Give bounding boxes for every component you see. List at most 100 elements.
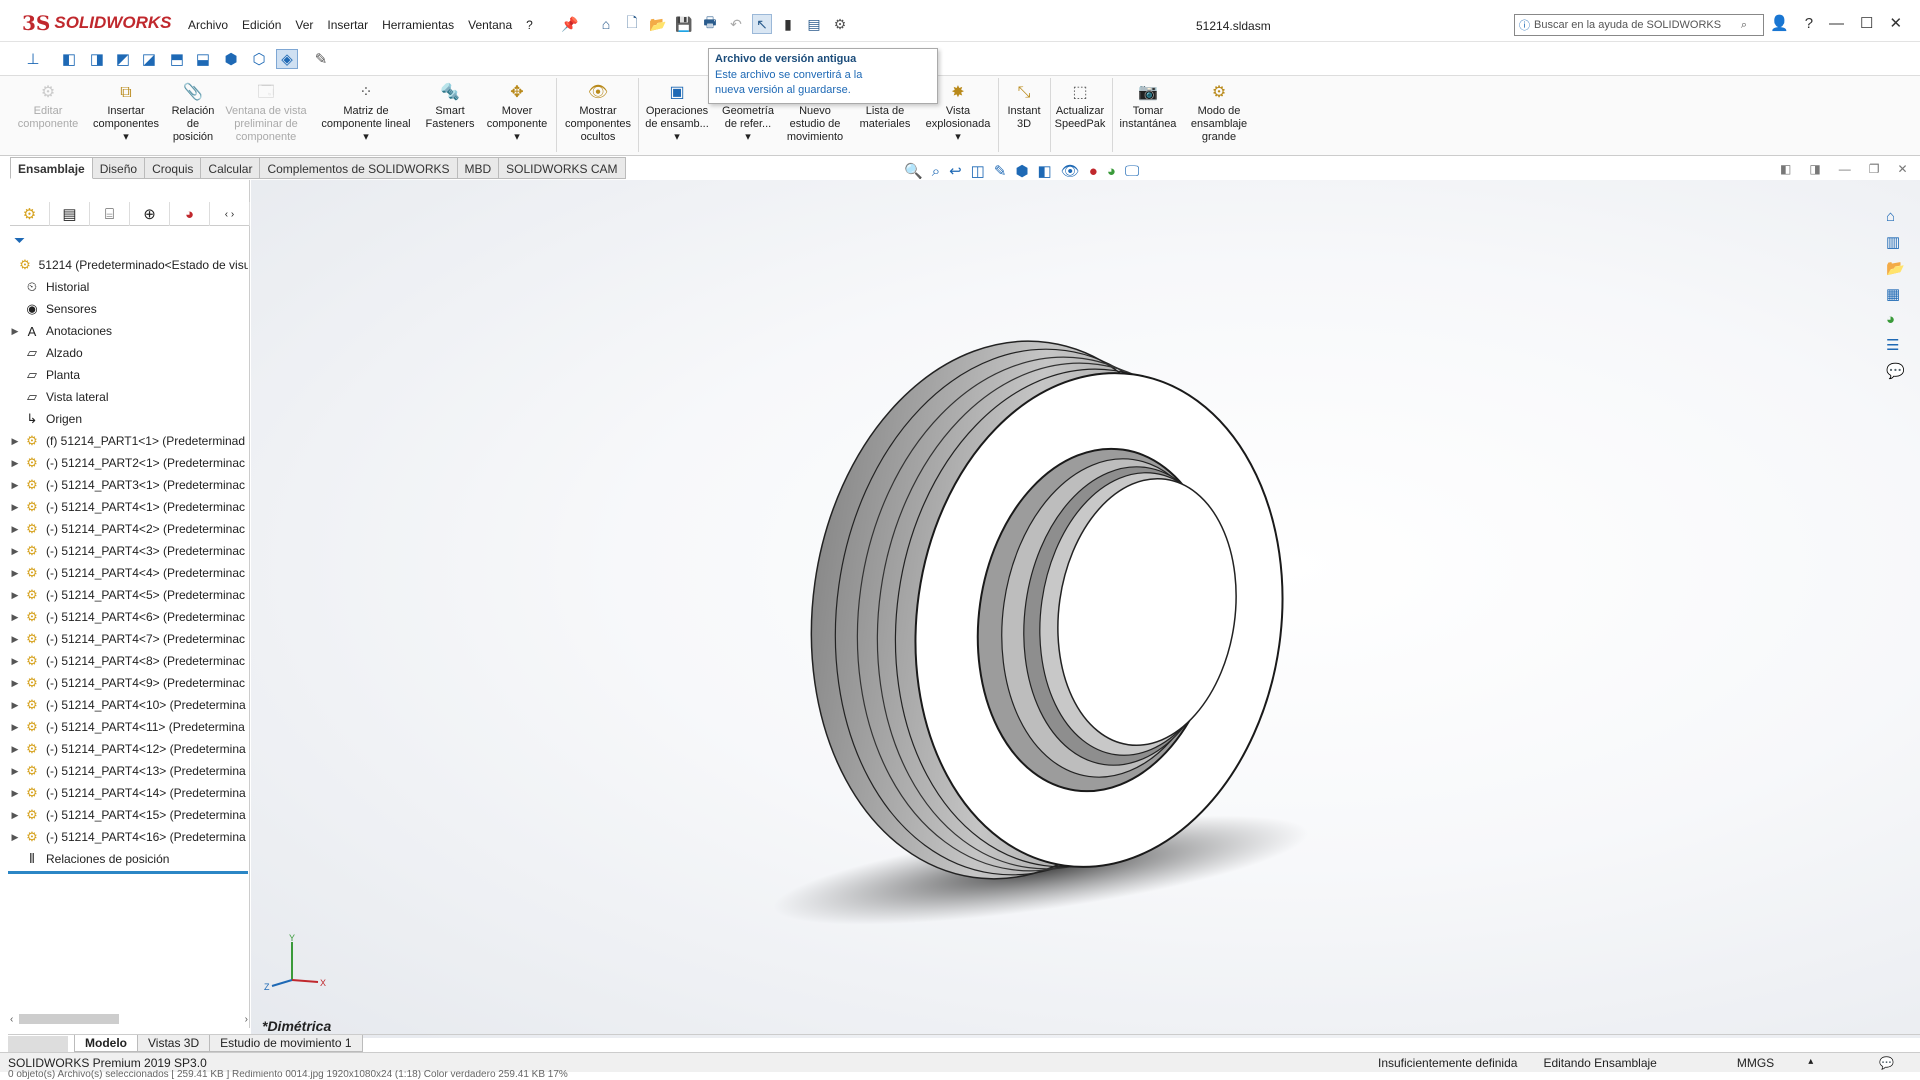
status-chat-icon[interactable]: 💬 — [1879, 1056, 1894, 1070]
menu-ventana[interactable]: Ventana — [468, 18, 512, 32]
tile-right-icon[interactable]: ◨ — [1809, 162, 1820, 176]
scroll-right-icon[interactable]: › — [245, 1014, 248, 1025]
undo-icon[interactable]: ↶ — [726, 14, 746, 34]
hide-show-items-icon[interactable]: 👁 — [1061, 162, 1080, 180]
edit-component-button[interactable]: ⚙ Editar componente — [14, 82, 82, 131]
unit-system[interactable]: MMGS — [1737, 1056, 1774, 1070]
tree-root-assembly[interactable]: ⚙ 51214 (Predeterminado<Estado de visua — [2, 254, 248, 276]
tree-component-item[interactable]: ▶ ⚙ (-) 51214_PART4<11> (Predetermina — [8, 716, 248, 738]
expand-arrow-icon[interactable]: ▶ — [8, 766, 22, 777]
forum-icon[interactable]: 💬 — [1886, 362, 1905, 380]
expand-arrow-icon[interactable]: ▶ — [8, 502, 22, 513]
user-icon[interactable]: 👤 — [1770, 14, 1789, 32]
dimxpert-tab-icon[interactable]: ⊕ — [130, 202, 170, 226]
solidworks-logo[interactable]: 3S SOLIDWORKS — [22, 10, 171, 36]
featuremanager-tab-icon[interactable]: ⚙ — [10, 202, 50, 226]
back-view-icon[interactable]: ◨ — [86, 49, 108, 69]
file-properties-icon[interactable]: ▤ — [804, 14, 824, 34]
linear-pattern-button[interactable]: ⁘ Matriz de componente lineal ▾ — [316, 82, 416, 144]
help-search-input[interactable]: Buscar en la ayuda de SOLIDWORKS — [1534, 19, 1721, 31]
front-view-icon[interactable]: ◧ — [58, 49, 80, 69]
menu-ver[interactable]: Ver — [295, 18, 313, 32]
tree-item[interactable]: ⫴ Relaciones de posición — [8, 848, 248, 870]
edit-appearance-icon[interactable]: ● — [1089, 163, 1098, 180]
expand-arrow-icon[interactable]: ▶ — [8, 656, 22, 667]
dynamic-annotation-icon[interactable]: ✎ — [994, 162, 1007, 180]
select-icon[interactable]: ↖ — [752, 14, 772, 34]
save-icon[interactable]: 💾 — [674, 14, 694, 34]
expand-arrow-icon[interactable]: ▶ — [8, 722, 22, 733]
expand-arrow-icon[interactable]: ▶ — [8, 524, 22, 535]
take-snapshot-button[interactable]: 📷 Tomar instantánea — [1114, 82, 1182, 131]
tab-scroll-arrows-icon[interactable]: ‹ › — [210, 202, 250, 226]
solidworks-resources-icon[interactable]: ⌂ — [1886, 208, 1905, 225]
isometric-view-icon[interactable]: ⬢ — [220, 49, 242, 69]
tree-item[interactable]: ◉ Sensores — [8, 298, 248, 320]
rollback-bar[interactable] — [8, 871, 248, 874]
scroll-left-icon[interactable]: ‹ — [10, 1014, 13, 1025]
section-view-icon[interactable]: ◫ — [971, 162, 985, 180]
options-gear-icon[interactable]: ⚙ — [830, 14, 850, 34]
assembly-features-button[interactable]: ▣ Operaciones de ensamb... ▾ — [640, 82, 714, 144]
open-icon[interactable]: 📂 — [648, 14, 668, 34]
tab-solidworks-cam[interactable]: SOLIDWORKS CAM — [499, 157, 626, 179]
tree-component-item[interactable]: ▶ ⚙ (-) 51214_PART4<10> (Predetermina — [8, 694, 248, 716]
design-library-icon[interactable]: ▥ — [1886, 233, 1905, 251]
expand-arrow-icon[interactable]: ▶ — [8, 678, 22, 689]
zoom-to-area-icon[interactable]: ⌕ — [932, 163, 940, 180]
expand-arrow-icon[interactable]: ▶ — [8, 480, 22, 491]
rebuild-icon[interactable]: ▮ — [778, 14, 798, 34]
expand-arrow-icon[interactable]: ▶ — [8, 634, 22, 645]
menu-help[interactable]: ? — [526, 18, 533, 32]
expand-arrow-icon[interactable]: ▶ — [8, 810, 22, 821]
tree-item[interactable]: ▱ Vista lateral — [8, 386, 248, 408]
tab-modelo[interactable]: Modelo — [74, 1035, 138, 1052]
tree-component-item[interactable]: ▶ ⚙ (-) 51214_PART4<8> (Predeterminac — [8, 650, 248, 672]
tree-component-item[interactable]: ▶ ⚙ (-) 51214_PART4<5> (Predeterminac — [8, 584, 248, 606]
apply-scene-icon[interactable]: ◕ — [1107, 163, 1116, 180]
maximize-icon[interactable]: ☐ — [1860, 14, 1873, 32]
right-view-icon[interactable]: ◪ — [138, 49, 160, 69]
graphics-area[interactable] — [251, 180, 1920, 1038]
update-speedpak-button[interactable]: ⬚ Actualizar SpeedPak — [1052, 82, 1108, 131]
bearing-assembly-model[interactable] — [251, 180, 1920, 1038]
tab-estudio-movimiento[interactable]: Estudio de movimiento 1 — [209, 1035, 363, 1052]
menu-herramientas[interactable]: Herramientas — [382, 18, 454, 32]
tree-component-item[interactable]: ▶ ⚙ (-) 51214_PART4<13> (Predetermina — [8, 760, 248, 782]
bottom-view-icon[interactable]: ⬓ — [192, 49, 214, 69]
unit-system-arrow[interactable]: ▴ — [1808, 1056, 1813, 1070]
scroll-thumb[interactable] — [19, 1014, 120, 1024]
normal-to-icon[interactable]: ⊥ — [22, 49, 44, 69]
new-document-icon[interactable]: 🗋 — [622, 14, 642, 34]
help-menu-icon[interactable]: ? — [1805, 15, 1813, 32]
tile-left-icon[interactable]: ◧ — [1780, 162, 1791, 176]
menu-archivo[interactable]: Archivo — [188, 18, 228, 32]
top-view-icon[interactable]: ⬒ — [166, 49, 188, 69]
large-assembly-mode-button[interactable]: ⚙ Modo de ensamblaje grande — [1184, 82, 1254, 144]
view-selector-icon[interactable]: ✎ — [310, 49, 332, 69]
show-hidden-button[interactable]: 👁 Mostrar componentes ocultos — [560, 82, 636, 144]
displaymanager-tab-icon[interactable]: ◕ — [170, 202, 210, 226]
tree-component-item[interactable]: ▶ ⚙ (-) 51214_PART4<9> (Predeterminac — [8, 672, 248, 694]
close-icon[interactable]: ✕ — [1889, 14, 1902, 32]
appearances-icon[interactable]: ◕ — [1886, 311, 1905, 328]
filter-icon[interactable]: ⏷ — [14, 232, 25, 249]
expand-arrow-icon[interactable]: ▶ — [8, 436, 22, 447]
view-settings-icon[interactable]: 🖵 — [1125, 163, 1139, 180]
tab-croquis[interactable]: Croquis — [145, 157, 202, 179]
minimize-icon[interactable]: — — [1829, 15, 1844, 32]
trimetric-view-icon[interactable]: ⬡ — [248, 49, 270, 69]
help-search-box[interactable]: ⓘ Buscar en la ayuda de SOLIDWORKS ⌕ — [1514, 14, 1764, 36]
tab-complementos[interactable]: Complementos de SOLIDWORKS — [260, 157, 458, 179]
tab-mbd[interactable]: MBD — [457, 157, 500, 179]
tree-item[interactable]: ↳ Origen — [8, 408, 248, 430]
print-icon[interactable]: 🖶 — [700, 14, 720, 34]
tree-component-item[interactable]: ▶ ⚙ (-) 51214_PART4<12> (Predetermina — [8, 738, 248, 760]
preview-window-button[interactable]: 🗔 Ventana de vista preliminar de componente — [222, 82, 310, 144]
tree-item[interactable]: ▶ A Anotaciones — [8, 320, 248, 342]
tree-component-item[interactable]: ▶ ⚙ (-) 51214_PART4<14> (Predetermina — [8, 782, 248, 804]
menu-insertar[interactable]: Insertar — [327, 18, 368, 32]
doc-restore-icon[interactable]: ❐ — [1869, 162, 1880, 176]
expand-arrow-icon[interactable]: ▶ — [8, 326, 22, 337]
insert-components-button[interactable]: ⧉ Insertar componentes ▾ — [88, 82, 164, 144]
